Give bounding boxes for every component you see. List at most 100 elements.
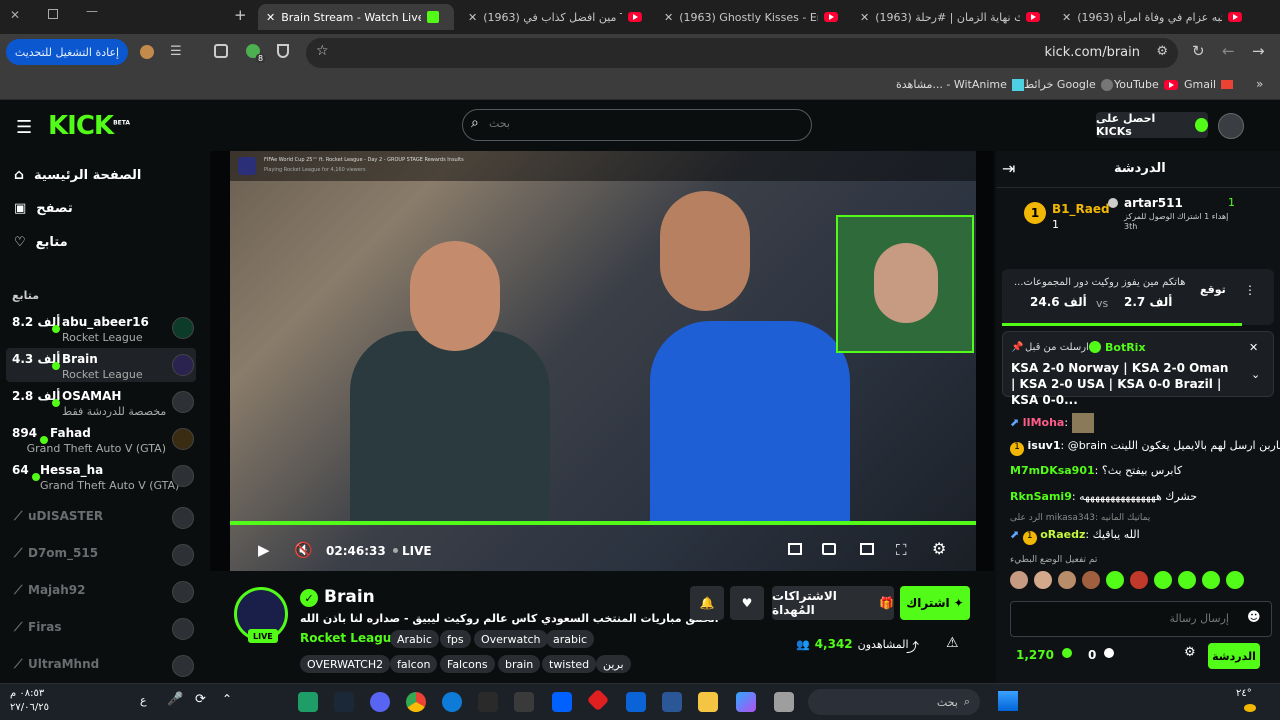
- expand-chevron-icon[interactable]: ⌄: [1251, 368, 1260, 381]
- channel-offline[interactable]: ⟋ D7om_515: [6, 538, 196, 572]
- close-window-icon[interactable]: ✕: [10, 8, 20, 22]
- prediction-card[interactable]: ...هاتكم مين يفوز روكيت دور المجموعات 24…: [1002, 269, 1274, 326]
- bookmark-maps[interactable]: خرائط Google: [1024, 78, 1113, 91]
- file-explorer-icon[interactable]: [698, 692, 718, 712]
- get-kicks-button[interactable]: احصل على KICKs: [1096, 112, 1208, 138]
- chat-username[interactable]: lIMoha: [1023, 416, 1065, 429]
- leader-name[interactable]: artar511: [1124, 196, 1183, 210]
- share-icon[interactable]: ⤴: [906, 637, 919, 656]
- tab-youtube-2[interactable]: ✕ (1963) Ghostly Kisses - Empty N: [656, 4, 846, 30]
- predict-button[interactable]: توقع: [1200, 283, 1226, 296]
- channel-hessa_ha[interactable]: 64 Hessa_ha Grand Theft Auto V (GTA): [6, 459, 196, 493]
- stream-tag[interactable]: Overwatch: [474, 630, 548, 648]
- mute-icon[interactable]: 🔇: [294, 541, 313, 559]
- kick-logo[interactable]: KICKBETA: [48, 111, 130, 141]
- report-warning-icon[interactable]: ⚠: [946, 635, 959, 651]
- theater-mode-icon[interactable]: [860, 543, 874, 555]
- emote-icon[interactable]: [1010, 571, 1028, 589]
- stream-category-link[interactable]: Rocket League: [300, 631, 399, 645]
- chat-settings-icon[interactable]: ⚙: [1184, 645, 1196, 660]
- stream-tag[interactable]: falcon: [390, 655, 438, 673]
- chrome-icon[interactable]: [406, 692, 426, 712]
- dropbox-icon[interactable]: [552, 692, 572, 712]
- tab-kick[interactable]: ✕ Brain Stream - Watch Live on Kick: [258, 4, 454, 30]
- emote-icon[interactable]: [1202, 571, 1220, 589]
- update-restart-button[interactable]: إعادة التشغيل للتحديث: [6, 39, 128, 65]
- channel-offline[interactable]: ⟋ Majah92: [6, 575, 196, 609]
- shield-icon[interactable]: [277, 44, 289, 58]
- stream-tag[interactable]: twisted: [542, 655, 597, 673]
- channel-fahad[interactable]: 894 Fahad Grand Theft Auto V (GTA): [6, 422, 196, 456]
- copilot-icon[interactable]: [736, 692, 756, 712]
- bookmark-star-icon[interactable]: ☆: [316, 43, 329, 59]
- chat-username[interactable]: M7mDKsa901: [1010, 464, 1095, 477]
- microphone-icon[interactable]: 🎤: [167, 692, 183, 707]
- nav-following[interactable]: ♡ متابع: [14, 235, 68, 250]
- tab-youtube-1[interactable]: ✕ (1963) مين افضل كذاب في Tube: [460, 4, 650, 30]
- clip-icon[interactable]: [822, 543, 836, 555]
- emote-icon[interactable]: [1130, 571, 1148, 589]
- nav-home[interactable]: ⌂ الصفحة الرئيسية: [14, 167, 141, 183]
- bookmark-witanime[interactable]: مشاهدة... - WitAnime: [896, 78, 1024, 91]
- app-icon[interactable]: [586, 688, 610, 712]
- reload-icon[interactable]: ↻: [1192, 42, 1205, 60]
- close-tab-icon[interactable]: ✕: [468, 11, 477, 24]
- gift-subs-button[interactable]: الاشتراكات المُهداة 🎁: [772, 586, 894, 620]
- taskbar-search[interactable]: بحث ⌕: [808, 689, 980, 715]
- close-tab-icon[interactable]: ✕: [266, 11, 275, 24]
- search-input[interactable]: [489, 117, 789, 130]
- channel-offline[interactable]: ⟋ UltraMhnd: [6, 649, 196, 683]
- restore-window-icon[interactable]: [48, 9, 58, 19]
- channel-offline[interactable]: ⟋ Firas: [6, 612, 196, 646]
- site-info-icon[interactable]: ⚙: [1156, 44, 1168, 59]
- kicks-icon[interactable]: [1104, 648, 1114, 658]
- reading-list-icon[interactable]: ☰: [170, 44, 182, 59]
- emote-icon[interactable]: [1034, 571, 1052, 589]
- store-icon[interactable]: [662, 692, 682, 712]
- nav-browse[interactable]: ▣ تصفح: [14, 201, 73, 216]
- emote-icon[interactable]: [1154, 571, 1172, 589]
- tab-youtube-4[interactable]: ✕ (1963) يشتبه عزام في وفاة امرأة: [1054, 4, 1250, 30]
- more-bookmarks-icon[interactable]: »: [1256, 77, 1263, 91]
- search-box[interactable]: ⌕: [462, 109, 812, 141]
- chat-input[interactable]: [1019, 612, 1229, 625]
- stream-tag[interactable]: Arabic: [390, 630, 439, 648]
- menu-hamburger-icon[interactable]: ☰: [16, 117, 32, 138]
- notification-bell-button[interactable]: 🔔: [690, 586, 724, 620]
- omnibox[interactable]: ☆ kick.com/brain ⚙: [306, 38, 1178, 68]
- network-icon[interactable]: ⟳: [195, 692, 206, 707]
- channel-osamah[interactable]: 2.8 ألف OSAMAH مخصصة للدردشة فقط: [6, 385, 196, 419]
- prediction-menu-icon[interactable]: ⋮: [1244, 283, 1256, 297]
- send-chat-button[interactable]: الدردشة: [1208, 643, 1260, 669]
- app-icon[interactable]: [514, 692, 534, 712]
- streamer-name[interactable]: Brain: [324, 587, 375, 607]
- subscribe-button[interactable]: اشتراك ✦: [900, 586, 970, 620]
- close-tab-icon[interactable]: ✕: [860, 11, 869, 24]
- steam-icon[interactable]: [334, 692, 354, 712]
- progress-bar[interactable]: [230, 521, 976, 525]
- pip-icon[interactable]: [788, 543, 802, 555]
- bookmark-youtube[interactable]: YouTube: [1114, 78, 1178, 91]
- new-tab-icon[interactable]: +: [234, 6, 247, 24]
- points-icon[interactable]: [1062, 648, 1072, 658]
- stream-tag[interactable]: arabic: [546, 630, 595, 648]
- app-icon[interactable]: [298, 692, 318, 712]
- chat-username[interactable]: RknSami9: [1010, 490, 1072, 503]
- windows-start-icon[interactable]: [998, 691, 1018, 711]
- minimize-window-icon[interactable]: —: [86, 4, 98, 18]
- stream-tag[interactable]: brain: [498, 655, 541, 673]
- bookmark-gmail[interactable]: Gmail: [1184, 78, 1234, 91]
- emoji-picker-icon[interactable]: ☻: [1247, 610, 1261, 625]
- close-tab-icon[interactable]: ✕: [664, 11, 673, 24]
- unpin-icon[interactable]: ✕: [1249, 341, 1258, 354]
- chat-input-box[interactable]: ☻: [1010, 601, 1272, 637]
- emote-icon[interactable]: [1226, 571, 1244, 589]
- video-player[interactable]: FIFAe World Cup 25™ ft. Rocket League - …: [210, 151, 994, 571]
- epic-games-icon[interactable]: [478, 692, 498, 712]
- channel-abu_abeer16[interactable]: 8.2 ألف abu_abeer16 Rocket League: [6, 311, 196, 345]
- forward-icon[interactable]: ←: [1222, 42, 1235, 60]
- settings-gear-icon[interactable]: ⚙: [932, 539, 946, 558]
- profile-avatar-icon[interactable]: [140, 45, 154, 59]
- channel-brain[interactable]: 4.3 ألف Brain Rocket League: [6, 348, 196, 382]
- leader-name[interactable]: B1_Raed: [1052, 202, 1110, 216]
